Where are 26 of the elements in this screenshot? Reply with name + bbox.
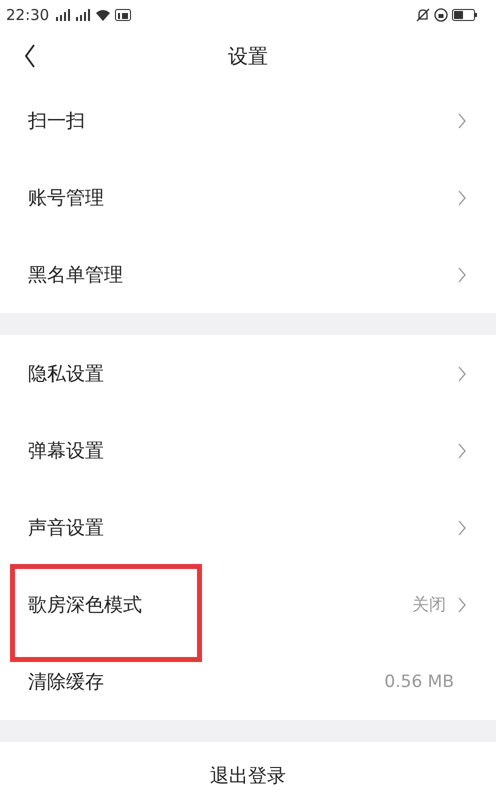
signal-icon (75, 9, 92, 21)
wifi-icon (95, 9, 112, 21)
item-label: 声音设置 (28, 516, 104, 540)
battery-icon (452, 9, 478, 21)
item-value: 0.56 MB (384, 672, 454, 692)
item-value: 关闭 (412, 594, 446, 616)
item-label: 隐私设置 (28, 362, 104, 386)
settings-item[interactable]: 账号管理 (0, 159, 496, 236)
back-icon[interactable] (24, 44, 36, 68)
settings-item[interactable]: 歌房深色模式 关闭 (0, 566, 496, 643)
item-label: 弹幕设置 (28, 438, 104, 464)
item-label: 账号管理 (28, 186, 104, 210)
item-label: 清除缓存 (28, 670, 104, 694)
page-title: 设置 (228, 42, 268, 70)
settings-item[interactable]: 清除缓存 0.56 MB (0, 643, 496, 720)
item-label: 黑名单管理 (28, 262, 123, 288)
item-label: 歌房深色模式 (28, 592, 142, 618)
signal-icon (55, 9, 72, 21)
item-label: 扫一扫 (28, 108, 85, 134)
bell-off-icon (416, 8, 430, 22)
settings-item[interactable]: 弹幕设置 (0, 412, 496, 489)
settings-item[interactable]: 扫一扫 (0, 82, 496, 159)
status-time: 22:30 (6, 6, 50, 24)
settings-item[interactable]: 黑名单管理 (0, 236, 496, 313)
settings-item[interactable]: 隐私设置 (0, 335, 496, 412)
settings-item[interactable]: 声音设置 (0, 489, 496, 566)
